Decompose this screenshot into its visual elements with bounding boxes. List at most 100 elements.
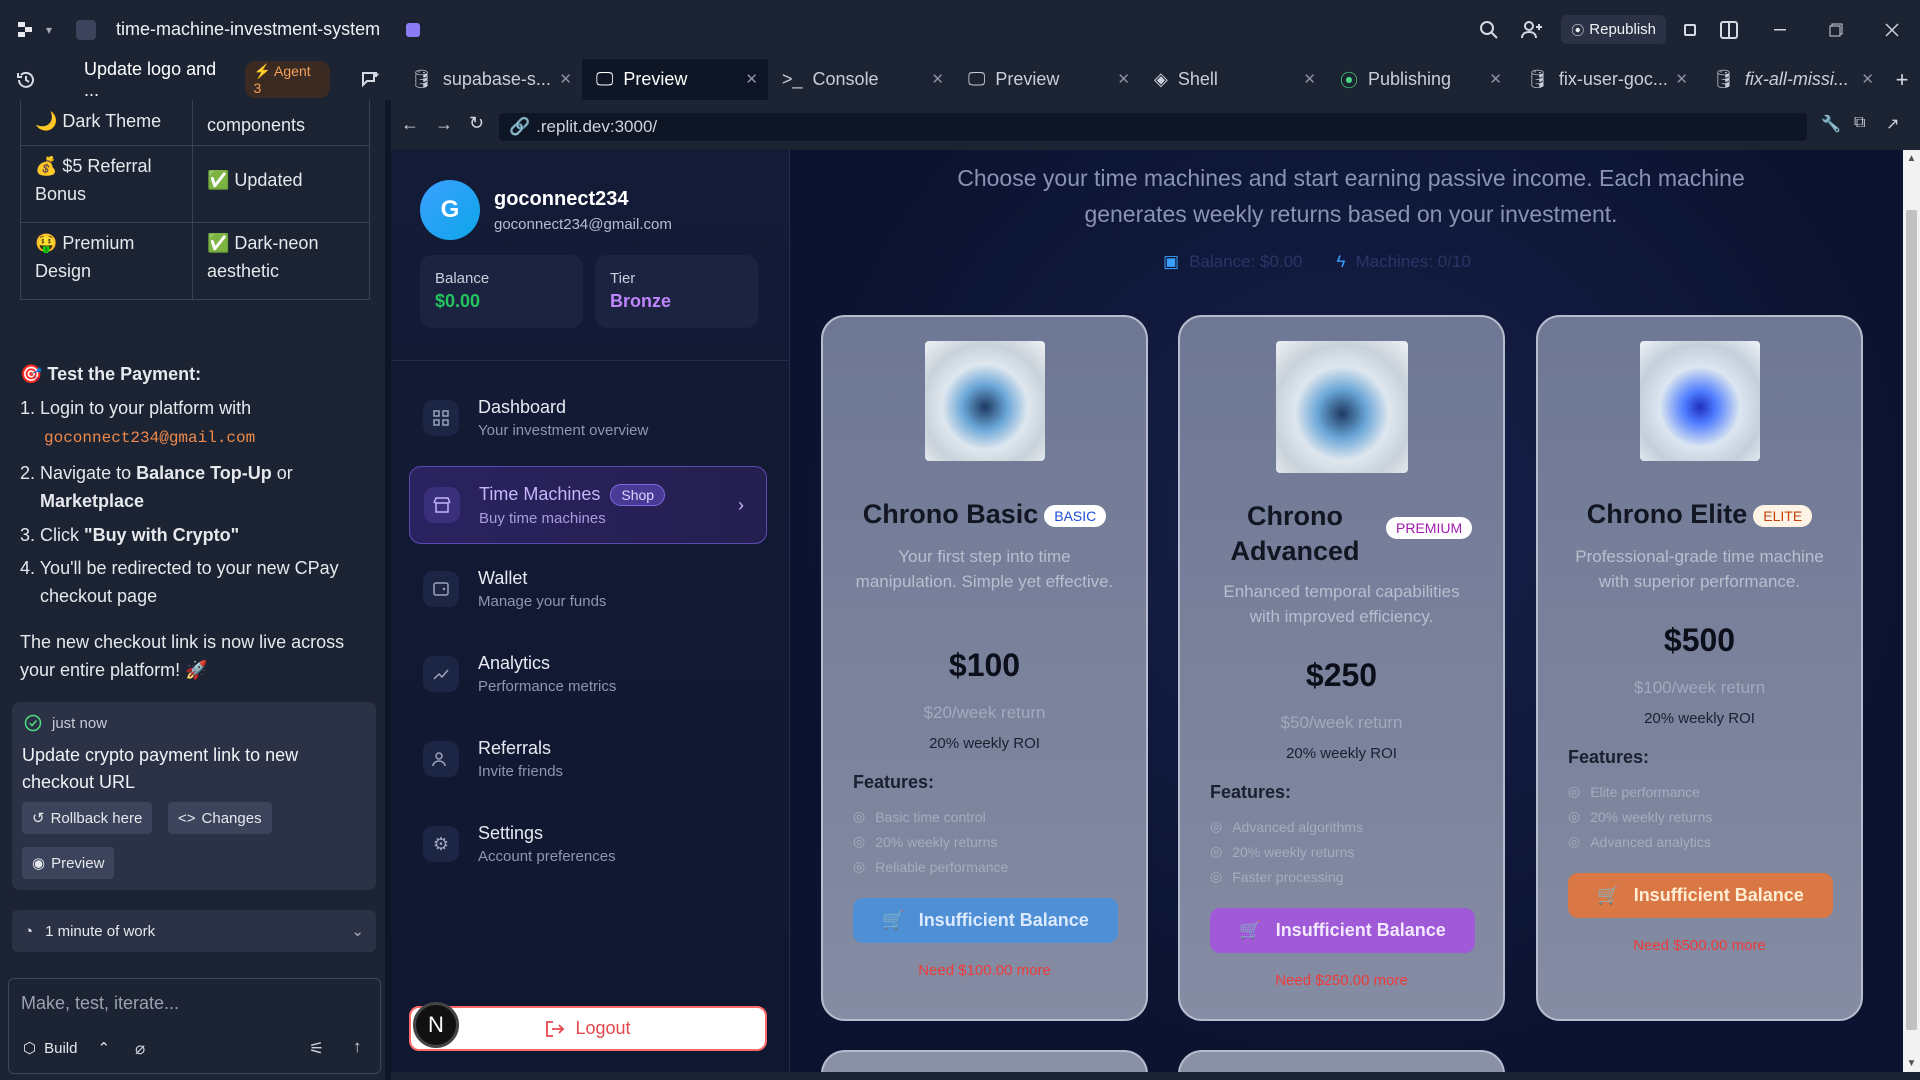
back-arrow-icon[interactable]: ← — [401, 114, 419, 135]
buy-button[interactable]: 🛒 Insufficient Balance — [1210, 908, 1475, 953]
url-field[interactable]: 🔗 .replit.dev:3000/ — [499, 113, 1807, 141]
tab-shell[interactable]: ◈ Shell ✕ — [1140, 59, 1326, 100]
stat-label: Tier — [610, 270, 636, 287]
step-bold: "Buy with Crypto" — [84, 525, 240, 545]
trending-up-icon — [423, 656, 459, 692]
changes-button[interactable]: <> Changes — [168, 802, 272, 834]
close-tab-icon[interactable]: ✕ — [1303, 70, 1316, 88]
agent-chat-panel: 🌙 Dark Theme components 💰 $5 Referral Bo… — [0, 100, 385, 1080]
minimize-button[interactable] — [1752, 0, 1808, 59]
close-tab-icon[interactable]: ✕ — [745, 70, 758, 88]
close-tab-icon[interactable]: ✕ — [931, 70, 944, 88]
close-tab-icon[interactable]: ✕ — [1489, 70, 1502, 88]
invite-user-icon[interactable] — [1511, 20, 1553, 40]
maximize-button[interactable] — [1808, 0, 1864, 59]
reload-icon[interactable]: ↻ — [469, 113, 484, 134]
step-number: 3. — [20, 525, 36, 545]
close-tab-icon[interactable]: ✕ — [559, 70, 572, 88]
nav-title: Dashboard — [478, 397, 567, 417]
deploy-status-icon[interactable] — [1684, 23, 1696, 36]
buy-button[interactable]: 🛒 Insufficient Balance — [853, 898, 1118, 943]
page-subtitle: Choose your time machines and start earn… — [921, 160, 1781, 232]
tab-fix-user[interactable]: 🛢 fix-user-goc... ✕ — [1512, 59, 1698, 100]
close-tab-icon[interactable]: ✕ — [1861, 70, 1874, 88]
sidebar-item-settings[interactable]: ⚙ Settings Account preferences — [409, 808, 767, 880]
settings-sliders-icon[interactable]: ⚟ — [309, 1039, 324, 1059]
weekly-roi: 20% weekly ROI — [929, 735, 1040, 752]
sidebar-item-dashboard[interactable]: Dashboard Your investment overview — [409, 382, 767, 454]
republish-button[interactable]: ⦿ Republish — [1561, 15, 1666, 44]
cart-icon: 🛒 — [882, 910, 905, 930]
product-card-advanced: Chrono Advanced PREMIUM Enhanced tempora… — [1178, 315, 1505, 1021]
table-cell: components — [192, 100, 370, 146]
publish-icon: ⦿ — [1571, 23, 1585, 38]
app-sidebar: G goconnect234 goconnect234@gmail.com Ba… — [391, 150, 790, 1072]
project-title[interactable]: time-machine-investment-system — [116, 19, 380, 40]
status-icon — [406, 22, 421, 37]
tier-badge: PREMIUM — [1386, 517, 1473, 539]
need-more-text: Need $250.00 more — [1275, 972, 1408, 989]
gauge-icon: ◔ — [24, 922, 34, 940]
close-tab-icon[interactable]: ✕ — [1117, 70, 1130, 88]
tab-publishing[interactable]: ⦿ Publishing ✕ — [1326, 59, 1512, 100]
tab-fix-all[interactable]: 🛢 fix-all-missi... ✕ — [1698, 59, 1884, 100]
devtools-icon[interactable]: 🔧 — [1821, 114, 1841, 134]
tab-agent[interactable]: Update logo and ... ⚡ Agent 3 — [52, 59, 344, 100]
tab-bar: Update logo and ... ⚡ Agent 3 🛢 supabase-… — [0, 59, 1920, 100]
scroll-down-icon[interactable]: ▼ — [1903, 1055, 1920, 1072]
project-icon — [76, 19, 97, 40]
forward-arrow-icon[interactable]: → — [435, 114, 453, 135]
close-window-button[interactable] — [1864, 0, 1920, 59]
tab-preview[interactable]: 🖵 Preview ✕ — [954, 59, 1140, 100]
open-new-window-icon[interactable]: ↗ — [1886, 114, 1899, 134]
buy-button[interactable]: 🛒 Insufficient Balance — [1568, 873, 1833, 918]
checkpoint-card: just now Update crypto payment link to n… — [12, 702, 376, 890]
tab-label: Preview — [623, 69, 688, 89]
check-icon: ◎ — [853, 858, 866, 874]
tab-label: supabase-s... — [442, 69, 551, 89]
wallet-icon — [423, 571, 459, 607]
feature-label: Faster processing — [1232, 868, 1344, 885]
step-4: 4. You'll be redirected to your new CPay… — [20, 554, 339, 610]
logout-button[interactable]: Logout — [409, 1006, 767, 1051]
preview-button[interactable]: ◉ Preview — [22, 847, 115, 879]
chat-input[interactable]: Make, test, iterate... — [21, 993, 179, 1014]
attach-icon[interactable]: ⌀ — [135, 1039, 145, 1059]
history-icon[interactable] — [0, 70, 52, 90]
replit-logo-icon[interactable] — [18, 21, 36, 38]
tab-supabase[interactable]: 🛢 supabase-s... ✕ — [396, 59, 582, 100]
weekly-roi: 20% weekly ROI — [1286, 745, 1397, 762]
floating-avatar[interactable]: N — [413, 1002, 459, 1048]
check-icon: ◎ — [1210, 868, 1223, 884]
nav-subtitle: Manage your funds — [478, 593, 607, 610]
buy-label: Insufficient Balance — [1633, 885, 1804, 905]
step-text: or — [271, 463, 293, 483]
sidebar-item-analytics[interactable]: Analytics Performance metrics — [409, 638, 767, 710]
work-summary[interactable]: ◔ 1 minute of work ⌄ — [12, 910, 376, 952]
devices-icon[interactable]: ⧉ — [1854, 114, 1865, 132]
chat-input-box[interactable]: Make, test, iterate... ⬡ Build ⌃ ⌀ ⚟ ↑ — [8, 978, 381, 1074]
build-mode-button[interactable]: ⬡ Build ⌃ — [23, 1039, 110, 1058]
rollback-button[interactable]: ↺ Rollback here — [22, 802, 153, 834]
close-tab-icon[interactable]: ✕ — [1675, 70, 1688, 88]
scroll-up-icon[interactable]: ▲ — [1903, 150, 1920, 167]
check-icon: ◎ — [853, 808, 866, 824]
search-icon[interactable] — [1467, 20, 1511, 40]
sidebar-item-referrals[interactable]: Referrals Invite friends — [409, 723, 767, 795]
product-description: Your first step into time manipulation. … — [855, 547, 1114, 591]
features-heading: Features: — [1568, 747, 1650, 767]
sidebar-item-time-machines[interactable]: Time Machines Shop Buy time machines › — [409, 466, 767, 544]
tab-console[interactable]: >_ Console ✕ — [768, 59, 954, 100]
balance-stat: Balance $0.00 — [420, 255, 583, 328]
table-cell: 💰 $5 Referral Bonus — [20, 145, 193, 223]
scrollbar[interactable]: ▲ ▼ — [1903, 150, 1920, 1072]
checkpoint-message: checkout URL — [22, 772, 136, 792]
scroll-thumb[interactable] — [1906, 210, 1917, 1030]
new-chat-icon[interactable] — [344, 71, 396, 89]
chevron-down-icon[interactable]: ▾ — [46, 23, 52, 37]
tab-preview-active[interactable]: 🖵 Preview ✕ — [582, 59, 768, 100]
add-tab-icon[interactable]: + — [1884, 67, 1920, 93]
split-layout-icon[interactable] — [1706, 20, 1752, 39]
sidebar-item-wallet[interactable]: Wallet Manage your funds — [409, 553, 767, 625]
send-arrow-icon[interactable]: ↑ — [353, 1037, 362, 1057]
